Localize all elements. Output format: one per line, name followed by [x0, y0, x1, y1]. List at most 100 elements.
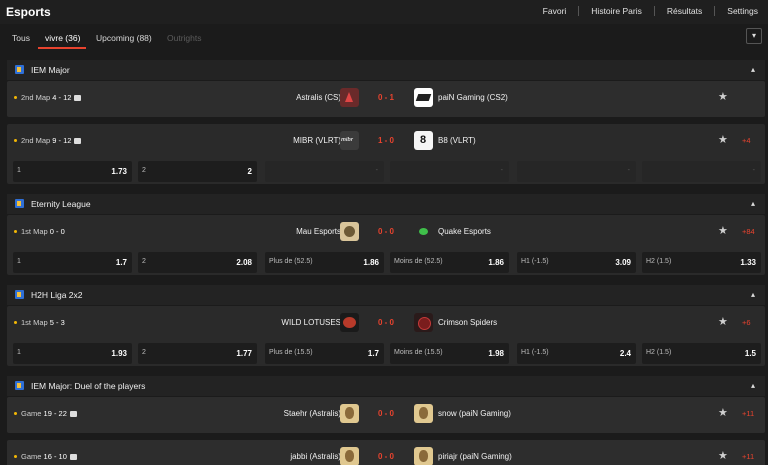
nav-histoire-paris[interactable]: Histoire Paris	[579, 6, 654, 16]
collapse-all-button[interactable]: ▾	[746, 28, 762, 44]
odd-button[interactable]: 2 1.77	[138, 343, 257, 364]
odd-label: Moins de (52.5)	[394, 258, 443, 265]
odd-button[interactable]: 1 1.7	[13, 252, 132, 273]
odds-row: 1 1.7 2 2.08 Plus de (52.5) 1.86 Moins de (…	[13, 252, 765, 273]
odd-value: 2.4	[619, 349, 631, 358]
chevron-up-icon[interactable]: ▴	[751, 381, 755, 390]
odd-label: H2 (1.5)	[646, 258, 672, 265]
odd-button[interactable]: H1 (-1.5) 3.09	[517, 252, 636, 273]
more-markets-link[interactable]: +84	[742, 227, 755, 236]
favorite-star-icon[interactable]: ★	[718, 90, 728, 103]
match-card[interactable]: 1st Map 5 - 3 WILD LOTUSES 0 - 0 Crimson…	[7, 306, 765, 366]
odd-value: 1.5	[744, 349, 756, 358]
odd-value: 1.86	[488, 258, 504, 267]
odd-label: 2	[142, 349, 146, 356]
quake-logo-icon	[414, 222, 433, 241]
league-header[interactable]: IEM Major: Duel of the players ▴	[7, 376, 765, 396]
match-card[interactable]: 1st Map 0 - 0 Mau Esports 0 - 0 Quake Es…	[7, 215, 765, 275]
more-markets-link[interactable]: +4	[742, 136, 751, 145]
odd-value: 1.33	[740, 258, 756, 267]
more-markets-link[interactable]: +11	[742, 409, 754, 418]
map-label: 2nd Map	[21, 93, 51, 102]
match-card[interactable]: 2nd Map 4 - 12 Astralis (CS) 0 - 1 paiN …	[7, 81, 765, 117]
nav-favori[interactable]: Favori	[531, 6, 579, 16]
odd-button[interactable]: 22	[138, 161, 257, 182]
odd-button[interactable]: Plus de (52.5) 1.86	[265, 252, 384, 273]
match-score: 0 - 0	[377, 318, 394, 327]
favorite-star-icon[interactable]: ★	[718, 133, 728, 146]
chevron-up-icon[interactable]: ▴	[751, 290, 755, 299]
match-row: Game 19 - 22 Staehr (Astralis) 0 - 0 sno…	[7, 397, 765, 431]
odd-button[interactable]: Plus de (15.5) 1.7	[265, 343, 384, 364]
favorite-star-icon[interactable]: ★	[718, 449, 728, 462]
odd-button[interactable]: Moins de (52.5) 1.86	[390, 252, 509, 273]
league-name: H2H Liga 2x2	[31, 290, 83, 300]
odds-row: 1 1.93 2 1.77 Plus de (15.5) 1.7 Moins de (…	[13, 343, 765, 364]
league-header[interactable]: IEM Major ▴	[7, 60, 765, 80]
favorite-star-icon[interactable]: ★	[718, 315, 728, 328]
double-chevron-down-icon: ▾	[751, 31, 756, 40]
map-score: 5 - 3	[49, 318, 65, 327]
home-team: Astralis (CS)	[296, 93, 341, 102]
league-name: IEM Major: Duel of the players	[31, 381, 146, 391]
odd-button[interactable]: 2 2.08	[138, 252, 257, 273]
match-card[interactable]: Game 16 - 10 jabbi (Astralis) 0 - 0 piri…	[7, 440, 765, 465]
tv-icon	[69, 411, 77, 417]
away-team: snow (paiN Gaming)	[438, 409, 511, 418]
player-avatar-icon	[414, 404, 433, 423]
chevron-up-icon[interactable]: ▴	[751, 65, 755, 74]
odd-placeholder: -	[375, 167, 378, 174]
map-score: 16 - 10	[43, 452, 67, 461]
league-header[interactable]: H2H Liga 2x2 ▴	[7, 285, 765, 305]
chevron-up-icon[interactable]: ▴	[751, 199, 755, 208]
match-card[interactable]: 2nd Map 9 - 12 MIBR (VLRT) 1 - 0 B8 (VLR…	[7, 124, 765, 184]
match-row: 1st Map 0 - 0 Mau Esports 0 - 0 Quake Es…	[7, 215, 765, 249]
odd-button[interactable]: Moins de (15.5) 1.98	[390, 343, 509, 364]
match-card[interactable]: Game 19 - 22 Staehr (Astralis) 0 - 0 sno…	[7, 397, 765, 433]
match-row: 1st Map 5 - 3 WILD LOTUSES 0 - 0 Crimson…	[7, 306, 765, 340]
nav-resultats[interactable]: Résultats	[655, 6, 714, 16]
odd-value: 1.93	[111, 349, 127, 358]
map-label: 1st Map	[21, 227, 48, 236]
home-team: jabbi (Astralis)	[290, 452, 341, 461]
map-score: 19 - 22	[43, 409, 67, 418]
odd-placeholder: -	[627, 167, 630, 174]
tab-upcoming[interactable]: Upcoming (88)	[96, 33, 152, 43]
odd-value: 2	[247, 167, 252, 176]
odd-button[interactable]: H2 (1.5) 1.5	[642, 343, 761, 364]
odd-button[interactable]: 1 1.73	[13, 161, 132, 182]
odd-value: 3.09	[615, 258, 631, 267]
map-score: 9 - 12	[52, 136, 72, 145]
pain-logo-icon	[414, 88, 433, 107]
tab-vivre[interactable]: vivre (36)	[45, 33, 80, 43]
odd-label: Plus de (15.5)	[269, 349, 313, 356]
more-markets-link[interactable]: +6	[742, 318, 751, 327]
live-dot-icon	[14, 96, 17, 99]
away-team: paiN Gaming (CS2)	[438, 93, 508, 102]
tab-outrights[interactable]: Outrights	[167, 33, 202, 43]
odd-button[interactable]: H2 (1.5) 1.33	[642, 252, 761, 273]
favorite-star-icon[interactable]: ★	[718, 224, 728, 237]
odd-button[interactable]: H1 (-1.5) 2.4	[517, 343, 636, 364]
odd-value: 2.08	[236, 258, 252, 267]
match-row: 2nd Map 4 - 12 Astralis (CS) 0 - 1 paiN …	[7, 81, 765, 115]
match-status: Game 16 - 10	[21, 452, 77, 461]
map-label: 2nd Map	[21, 136, 51, 145]
odd-value: 1.7	[367, 349, 379, 358]
top-nav: Favori Histoire Paris Résultats Settings	[531, 6, 758, 16]
league-icon	[15, 290, 24, 299]
league-header[interactable]: Eternity League ▴	[7, 194, 765, 214]
tab-tous[interactable]: Tous	[12, 33, 30, 43]
nav-settings[interactable]: Settings	[715, 6, 758, 16]
odd-value: 1.7	[115, 258, 127, 267]
mibr-logo-icon	[340, 131, 359, 150]
odd-button[interactable]: 1 1.93	[13, 343, 132, 364]
match-score: 0 - 1	[377, 93, 394, 102]
away-team: B8 (VLRT)	[438, 136, 476, 145]
more-markets-link[interactable]: +11	[742, 452, 754, 461]
tv-icon	[69, 454, 77, 460]
top-bar: Esports Favori Histoire Paris Résultats …	[0, 0, 768, 24]
odd-label: 1	[17, 349, 21, 356]
live-dot-icon	[14, 412, 17, 415]
favorite-star-icon[interactable]: ★	[718, 406, 728, 419]
